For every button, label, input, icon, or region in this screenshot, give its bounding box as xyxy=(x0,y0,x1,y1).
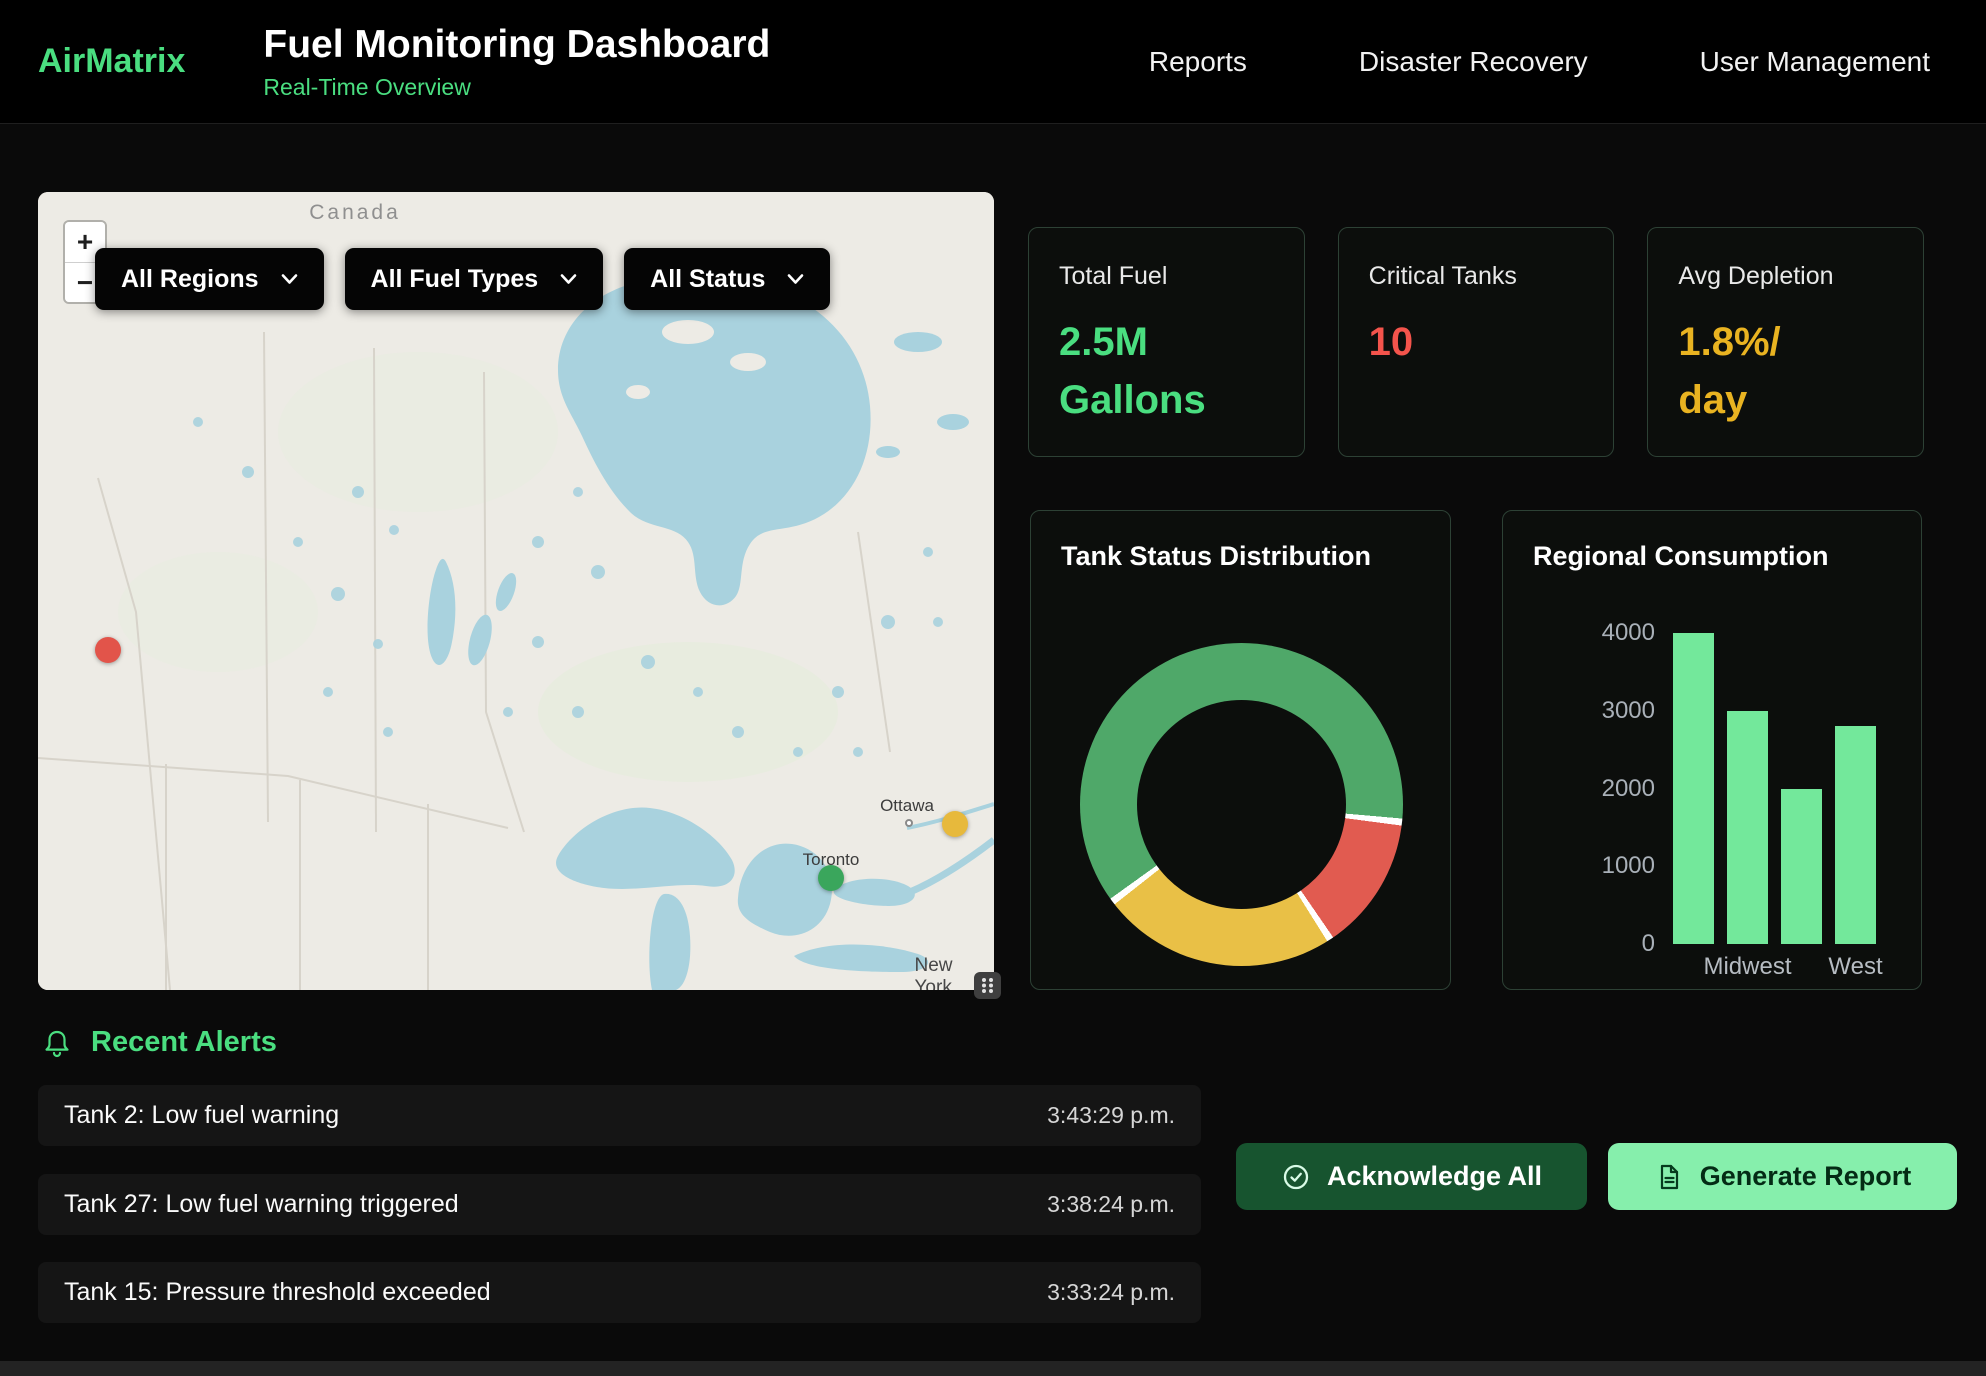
alert-time: 3:38:24 p.m. xyxy=(1047,1191,1175,1218)
map-marker-warning[interactable] xyxy=(942,811,968,837)
chevron-down-icon xyxy=(281,273,298,285)
regional-consumption-title: Regional Consumption xyxy=(1533,541,1828,572)
x-tick-label: Midwest xyxy=(1703,953,1791,981)
header: AirMatrix Fuel Monitoring Dashboard Real… xyxy=(0,0,1986,124)
alert-message: Tank 2: Low fuel warning xyxy=(64,1101,339,1130)
main-nav: Reports Disaster Recovery User Managemen… xyxy=(1149,46,1930,78)
regional-consumption-card: Regional Consumption 0 1000 2000 3000 4000 M… xyxy=(1502,510,1922,990)
bar-column xyxy=(1781,633,1822,944)
tank-status-donut xyxy=(1080,643,1403,966)
acknowledge-all-button[interactable]: Acknowledge All xyxy=(1236,1143,1587,1210)
stat-card-avg-depletion: Avg Depletion 1.8%/ day xyxy=(1647,227,1924,457)
stat-card-total-fuel: Total Fuel 2.5M Gallons xyxy=(1028,227,1305,457)
bottom-scrollbar-track xyxy=(0,1361,1986,1376)
generate-report-button[interactable]: Generate Report xyxy=(1608,1143,1957,1210)
stat-card-critical-tanks: Critical Tanks 10 xyxy=(1338,227,1615,457)
fuel-types-filter-value: All Fuel Types xyxy=(371,265,539,294)
map-marker-critical[interactable] xyxy=(95,637,121,663)
y-tick-label: 3000 xyxy=(1602,697,1655,725)
stats-row: Total Fuel 2.5M Gallons Critical Tanks 1… xyxy=(1028,227,1924,457)
map-marker-normal[interactable] xyxy=(818,865,844,891)
chevron-down-icon xyxy=(787,273,804,285)
nav-disaster-recovery[interactable]: Disaster Recovery xyxy=(1359,46,1588,78)
bar-West xyxy=(1835,726,1876,944)
tank-status-card: Tank Status Distribution xyxy=(1030,510,1451,990)
nav-reports[interactable]: Reports xyxy=(1149,46,1247,78)
regional-consumption-chart: 01000200030004000 MidwestWest xyxy=(1533,633,1896,944)
map-attribution-toggle[interactable] xyxy=(974,972,1001,999)
dots-grid-icon xyxy=(974,972,1001,999)
bar-column: Midwest xyxy=(1727,633,1768,944)
y-tick-label: 1000 xyxy=(1602,852,1655,880)
nav-user-management[interactable]: User Management xyxy=(1700,46,1930,78)
regions-filter-dropdown[interactable]: All Regions xyxy=(95,248,324,310)
document-icon xyxy=(1654,1162,1684,1192)
bar-y-axis: 01000200030004000 xyxy=(1533,633,1673,944)
alert-time: 3:43:29 p.m. xyxy=(1047,1102,1175,1129)
bar-column: West xyxy=(1835,633,1876,944)
map-terrain xyxy=(38,192,994,990)
recent-alerts-header: Recent Alerts xyxy=(41,1026,277,1059)
status-filter-dropdown[interactable]: All Status xyxy=(624,248,830,310)
alert-message: Tank 27: Low fuel warning triggered xyxy=(64,1190,459,1219)
bar-Midwest xyxy=(1727,711,1768,944)
y-tick-label: 0 xyxy=(1642,930,1655,958)
map-filters: All Regions All Fuel Types All Status xyxy=(95,248,830,310)
regions-filter-value: All Regions xyxy=(121,265,259,294)
x-tick-label: West xyxy=(1828,953,1882,981)
map-panel: Canada Ottawa Toronto New York + − All R… xyxy=(38,192,994,990)
bar-series: Midwest West xyxy=(1673,633,1896,944)
generate-report-label: Generate Report xyxy=(1700,1161,1912,1192)
brand-logo[interactable]: AirMatrix xyxy=(38,42,185,81)
acknowledge-all-label: Acknowledge All xyxy=(1327,1161,1542,1192)
alert-message: Tank 15: Pressure threshold exceeded xyxy=(64,1278,491,1307)
status-filter-value: All Status xyxy=(650,265,765,294)
bar-region-3 xyxy=(1781,789,1822,945)
map-canvas[interactable]: Canada Ottawa Toronto New York + − All R… xyxy=(38,192,994,990)
y-tick-label: 4000 xyxy=(1602,619,1655,647)
alert-time: 3:33:24 p.m. xyxy=(1047,1279,1175,1306)
tank-status-title: Tank Status Distribution xyxy=(1061,541,1371,572)
charts-row: Tank Status Distribution Regional Consum… xyxy=(1030,510,1922,990)
fuel-types-filter-dropdown[interactable]: All Fuel Types xyxy=(345,248,604,310)
bell-icon xyxy=(41,1027,73,1059)
bar-column xyxy=(1673,633,1714,944)
stat-value: 1.8%/ day xyxy=(1678,313,1893,429)
stat-value: 2.5M Gallons xyxy=(1059,313,1274,429)
alert-row[interactable]: Tank 27: Low fuel warning triggered 3:38… xyxy=(38,1174,1201,1235)
recent-alerts-title: Recent Alerts xyxy=(91,1026,277,1059)
alert-row[interactable]: Tank 15: Pressure threshold exceeded 3:3… xyxy=(38,1262,1201,1323)
page-subtitle: Real-Time Overview xyxy=(263,74,770,101)
chevron-down-icon xyxy=(560,273,577,285)
bar-region-1 xyxy=(1673,633,1714,944)
y-tick-label: 2000 xyxy=(1602,775,1655,803)
title-block: Fuel Monitoring Dashboard Real-Time Over… xyxy=(263,23,770,101)
ottawa-town-dot xyxy=(905,819,913,827)
stat-label: Critical Tanks xyxy=(1369,262,1584,291)
stat-label: Avg Depletion xyxy=(1678,262,1893,291)
check-circle-icon xyxy=(1281,1162,1311,1192)
alert-row[interactable]: Tank 2: Low fuel warning 3:43:29 p.m. xyxy=(38,1085,1201,1146)
page-title: Fuel Monitoring Dashboard xyxy=(263,23,770,67)
stat-label: Total Fuel xyxy=(1059,262,1274,291)
stat-value: 10 xyxy=(1369,313,1584,371)
